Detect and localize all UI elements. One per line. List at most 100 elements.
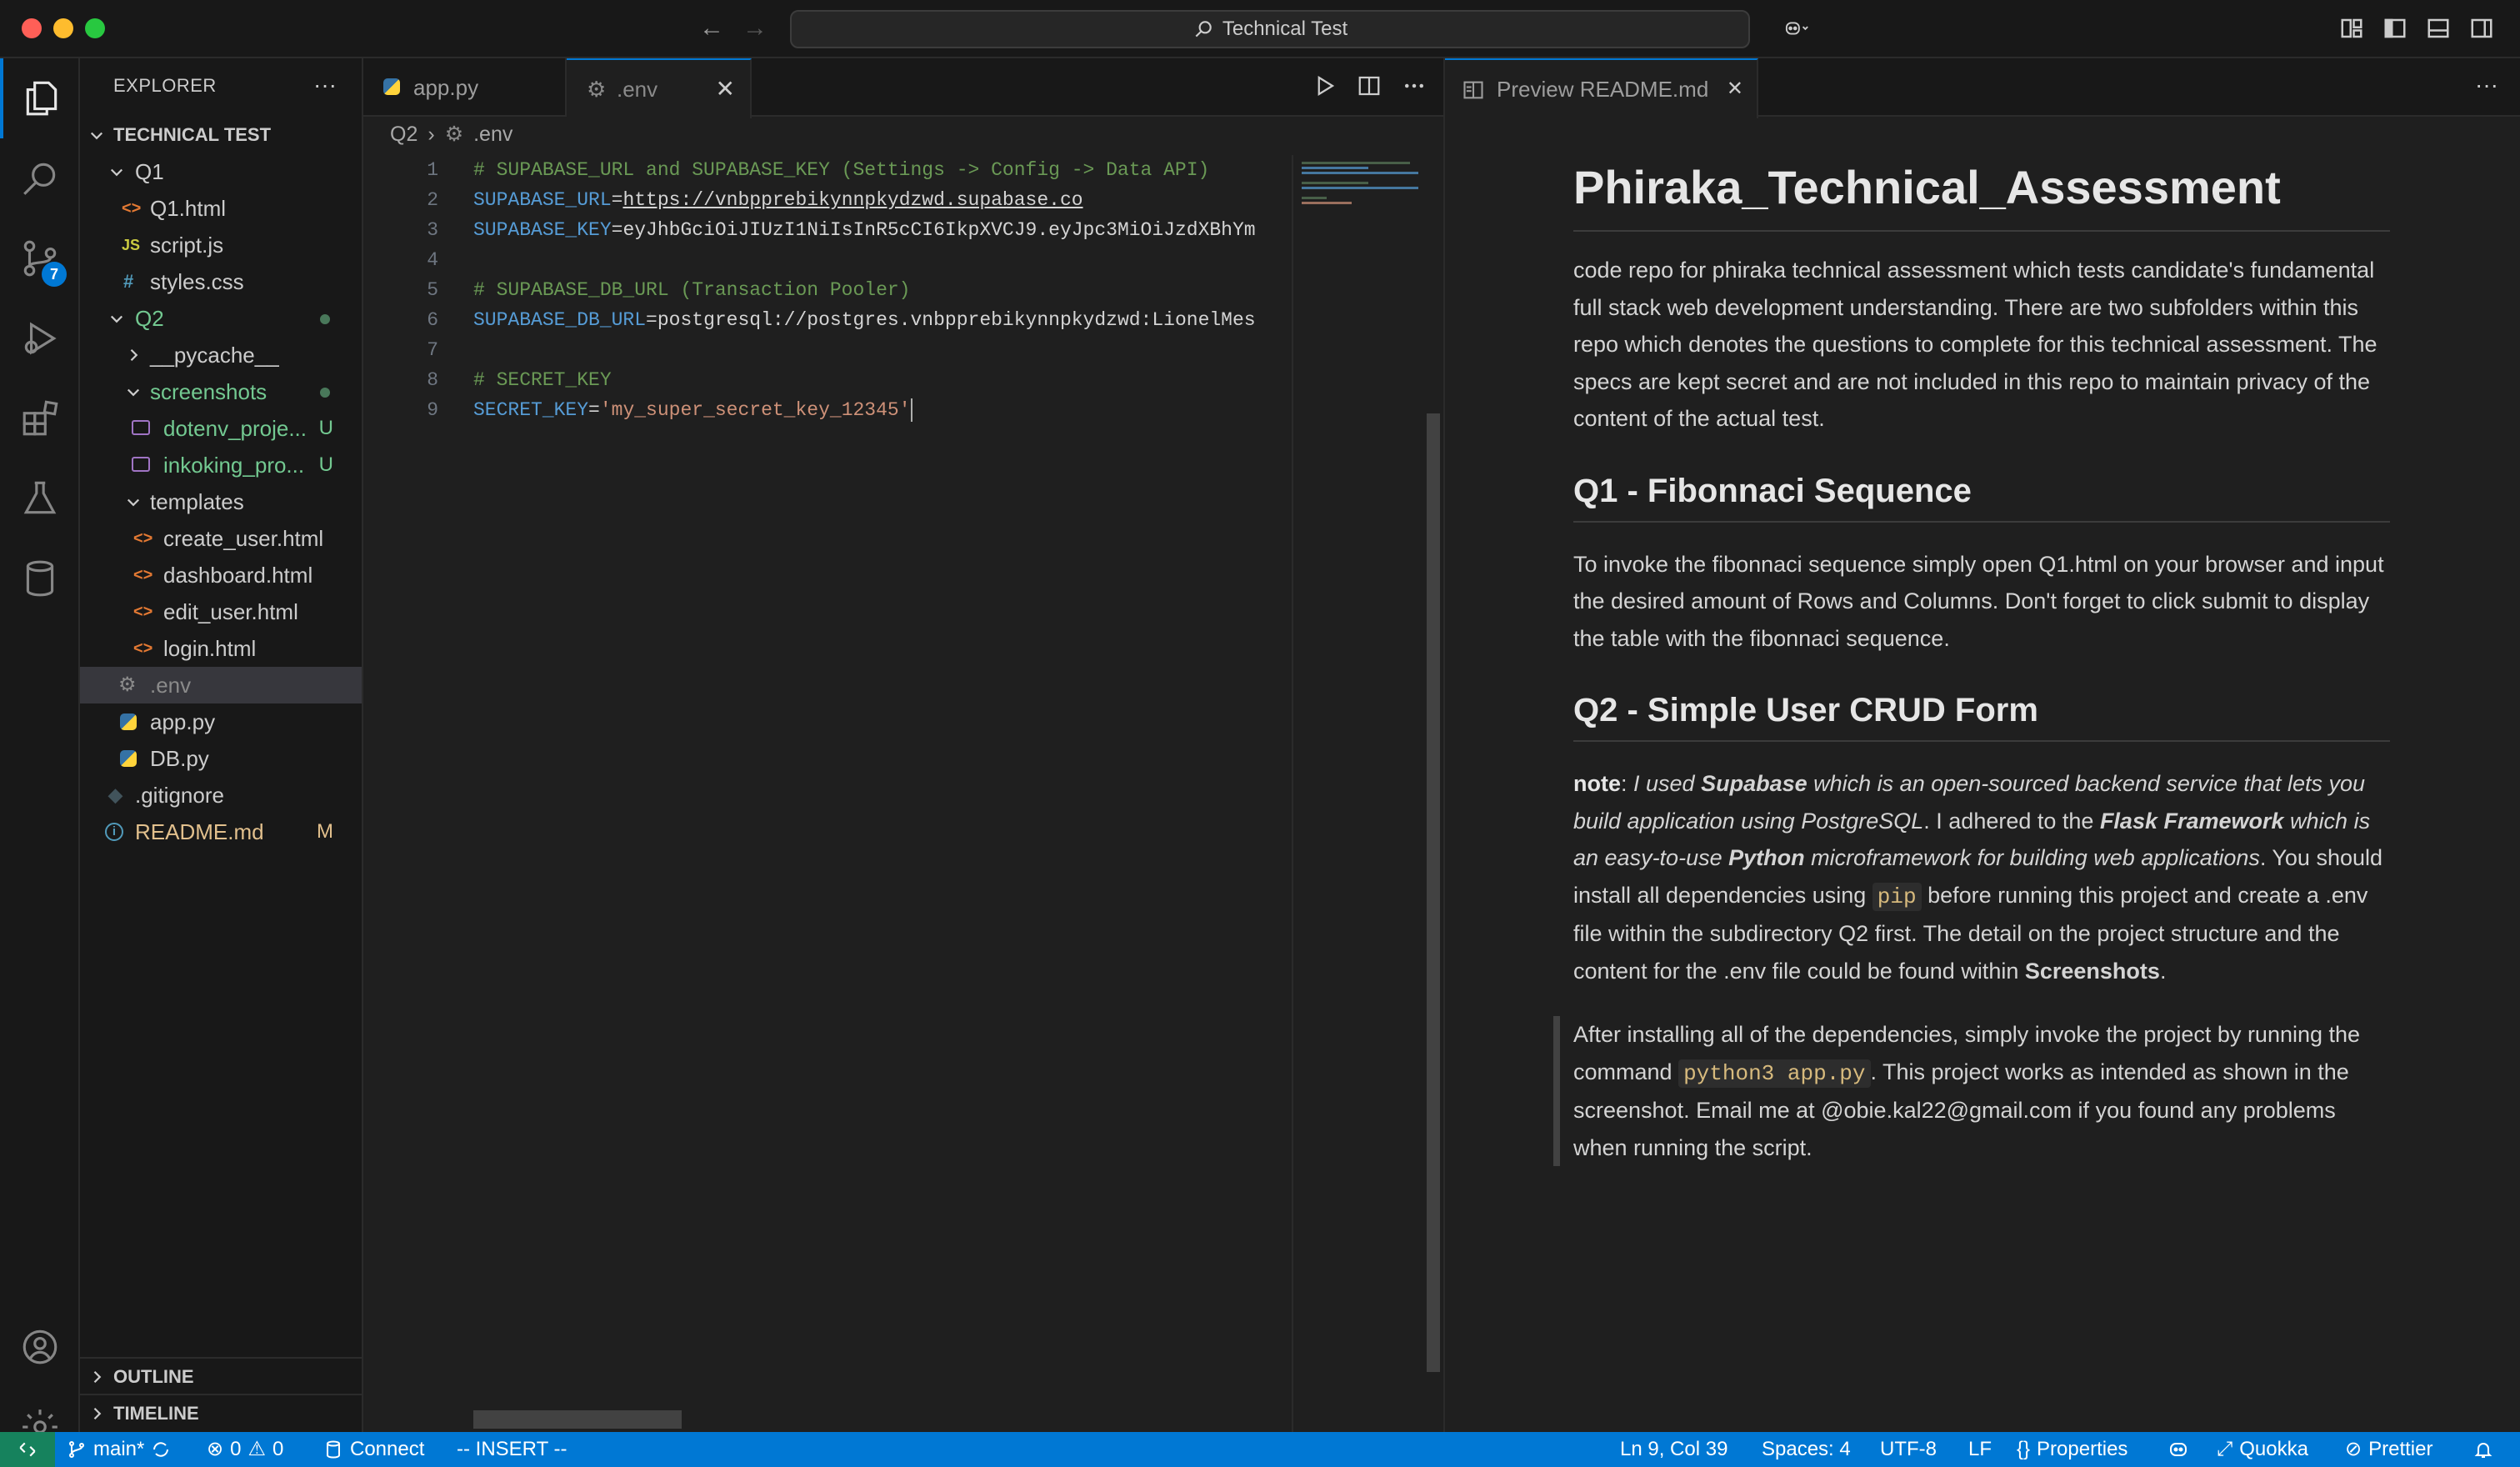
minimize-window-button[interactable]	[53, 18, 73, 38]
testing-icon[interactable]	[0, 458, 80, 538]
line-number: 9	[427, 399, 438, 421]
text-cursor	[910, 398, 912, 422]
code-token: SUPABASE_URL	[473, 189, 612, 211]
tree-file-app-py[interactable]: app.py	[80, 703, 362, 740]
breadcrumb-file[interactable]: .env	[473, 123, 512, 147]
tree-file-gitignore[interactable]: ◆ .gitignore	[80, 777, 362, 814]
inline-code-command: python3 app.py	[1678, 1059, 1871, 1088]
close-window-button[interactable]	[22, 18, 42, 38]
code-token: =	[611, 219, 623, 241]
tree-file-styles-css[interactable]: # styles.css	[80, 263, 362, 300]
database-icon[interactable]	[0, 538, 80, 618]
activity-bar: 7	[0, 58, 80, 1444]
code-line[interactable]: 5 # SUPABASE_DB_URL (Transaction Pooler)	[363, 275, 1292, 305]
extensions-icon[interactable]	[0, 378, 80, 458]
copilot-status-icon[interactable]	[2168, 1432, 2188, 1467]
readme-blockquote: After installing all of the dependencies…	[1553, 1016, 2390, 1166]
connect-button[interactable]: Connect	[323, 1432, 424, 1467]
problems-indicator[interactable]: ⊗ 0 ⚠ 0	[207, 1432, 283, 1467]
close-tab-icon[interactable]: ✕	[716, 60, 735, 118]
timeline-section[interactable]: TIMELINE	[80, 1394, 362, 1430]
tree-file-q1-html[interactable]: <> Q1.html	[80, 190, 362, 227]
tree-folder-q2[interactable]: Q2	[80, 300, 362, 337]
notifications-bell-icon[interactable]	[2473, 1432, 2493, 1467]
end-of-line[interactable]: LF	[1968, 1432, 1992, 1467]
chevron-down-icon	[88, 117, 105, 153]
tree-file-create-user-html[interactable]: <> create_user.html	[80, 520, 362, 557]
explorer-more-actions[interactable]: ···	[313, 72, 337, 98]
vertical-scrollbar[interactable]	[1422, 155, 1443, 1432]
code-line[interactable]: 4	[363, 245, 1292, 275]
tree-file-dotenv-image[interactable]: dotenv_proje... U	[80, 410, 362, 447]
encoding[interactable]: UTF-8	[1880, 1432, 1937, 1467]
breadcrumb: Q2 › ⚙ .env	[390, 122, 512, 147]
more-actions-icon[interactable]: ···	[2475, 72, 2498, 98]
line-number: 6	[427, 309, 438, 331]
account-icon[interactable]	[0, 1307, 80, 1387]
back-arrow-icon[interactable]: ←	[695, 12, 728, 45]
tab-preview-readme[interactable]: Preview README.md ✕	[1445, 58, 1758, 118]
code-line[interactable]: 2 SUPABASE_URL=https://vnbpprebikynnpkydz…	[363, 185, 1292, 215]
tab-env[interactable]: ⚙ .env ✕	[567, 58, 752, 118]
code-line[interactable]: 9 SECRET_KEY='my_super_secret_key_12345'	[363, 395, 1292, 425]
prettier-status[interactable]: ⊘ Prettier	[2345, 1432, 2432, 1467]
code-token: # SECRET_KEY	[473, 369, 612, 391]
code-line[interactable]: 1 # SUPABASE_URL and SUPABASE_KEY (Settin…	[363, 155, 1292, 185]
split-editor-icon[interactable]	[1357, 73, 1382, 98]
outline-section[interactable]: OUTLINE	[80, 1357, 362, 1394]
tree-file-edit-user-html[interactable]: <> edit_user.html	[80, 593, 362, 630]
database-icon	[327, 1440, 340, 1459]
tree-folder-pycache[interactable]: __pycache__	[80, 337, 362, 373]
quokka-status[interactable]: ⤢ Quokka	[2217, 1432, 2308, 1467]
cursor-position[interactable]: Ln 9, Col 39	[1620, 1432, 1728, 1467]
tree-file-readme[interactable]: i README.md M	[80, 814, 362, 850]
forward-arrow-icon[interactable]: →	[738, 12, 772, 45]
line-number: 1	[427, 159, 438, 181]
code-line[interactable]: 8 # SECRET_KEY	[363, 365, 1292, 395]
copilot-icon[interactable]	[1770, 13, 1825, 43]
code-line[interactable]: 6 SUPABASE_DB_URL=postgresql://postgres.v…	[363, 305, 1292, 335]
close-tab-icon[interactable]: ✕	[1727, 60, 1743, 118]
markdown-preview-pane: Preview README.md ✕ ··· Phiraka_Technica…	[1443, 58, 2520, 1432]
language-mode[interactable]: {} Properties	[2017, 1432, 2128, 1467]
run-icon[interactable]	[1312, 73, 1337, 98]
horizontal-scrollbar[interactable]	[473, 1410, 682, 1429]
explorer-sidebar: EXPLORER ··· TECHNICAL TEST Q1 <> Q1.htm…	[80, 58, 363, 1432]
tree-file-inkoking-image[interactable]: inkoking_pro... U	[80, 447, 362, 483]
toggle-secondary-sidebar-icon[interactable]	[2467, 13, 2497, 43]
remote-indicator[interactable]	[0, 1432, 55, 1467]
customize-layout-icon[interactable]	[2337, 13, 2367, 43]
command-center-search[interactable]: Technical Test	[790, 10, 1750, 48]
scroll-thumb[interactable]	[1427, 413, 1440, 1372]
quokka-icon: ⤢	[2217, 1438, 2233, 1460]
error-icon: ⊗	[207, 1438, 224, 1460]
code-line[interactable]: 3 SUPABASE_KEY=eyJhbGciOiJIUzI1NiIsInR5cC…	[363, 215, 1292, 245]
code-token: SUPABASE_KEY	[473, 219, 612, 241]
tree-file-script-js[interactable]: JS script.js	[80, 227, 362, 263]
maximize-window-button[interactable]	[85, 18, 105, 38]
search-icon[interactable]	[0, 138, 80, 218]
code-token: # SUPABASE_DB_URL (Transaction Pooler)	[473, 279, 911, 301]
indentation[interactable]: Spaces: 4	[1762, 1432, 1851, 1467]
tree-folder-screenshots[interactable]: screenshots	[80, 373, 362, 410]
source-control-icon[interactable]: 7	[0, 218, 80, 298]
tree-file-env[interactable]: ⚙ .env	[80, 667, 362, 703]
gear-icon: ⚙	[444, 123, 464, 146]
tree-folder-q1[interactable]: Q1	[80, 153, 362, 190]
run-debug-icon[interactable]	[0, 298, 80, 378]
minimap[interactable]	[1292, 155, 1425, 1432]
tree-file-db-py[interactable]: DB.py	[80, 740, 362, 777]
html-file-icon: <>	[133, 639, 153, 658]
tab-app-py[interactable]: app.py	[363, 58, 567, 117]
tree-file-login-html[interactable]: <> login.html	[80, 630, 362, 667]
more-actions-icon[interactable]	[1402, 73, 1427, 98]
toggle-primary-sidebar-icon[interactable]	[2380, 13, 2410, 43]
workspace-root[interactable]: TECHNICAL TEST	[80, 117, 362, 153]
tree-file-dashboard-html[interactable]: <> dashboard.html	[80, 557, 362, 593]
tree-folder-templates[interactable]: templates	[80, 483, 362, 520]
explorer-icon[interactable]	[0, 58, 80, 138]
breadcrumb-folder[interactable]: Q2	[390, 123, 418, 147]
toggle-panel-icon[interactable]	[2423, 13, 2453, 43]
git-branch[interactable]: main*	[67, 1432, 171, 1467]
code-line[interactable]: 7	[363, 335, 1292, 365]
